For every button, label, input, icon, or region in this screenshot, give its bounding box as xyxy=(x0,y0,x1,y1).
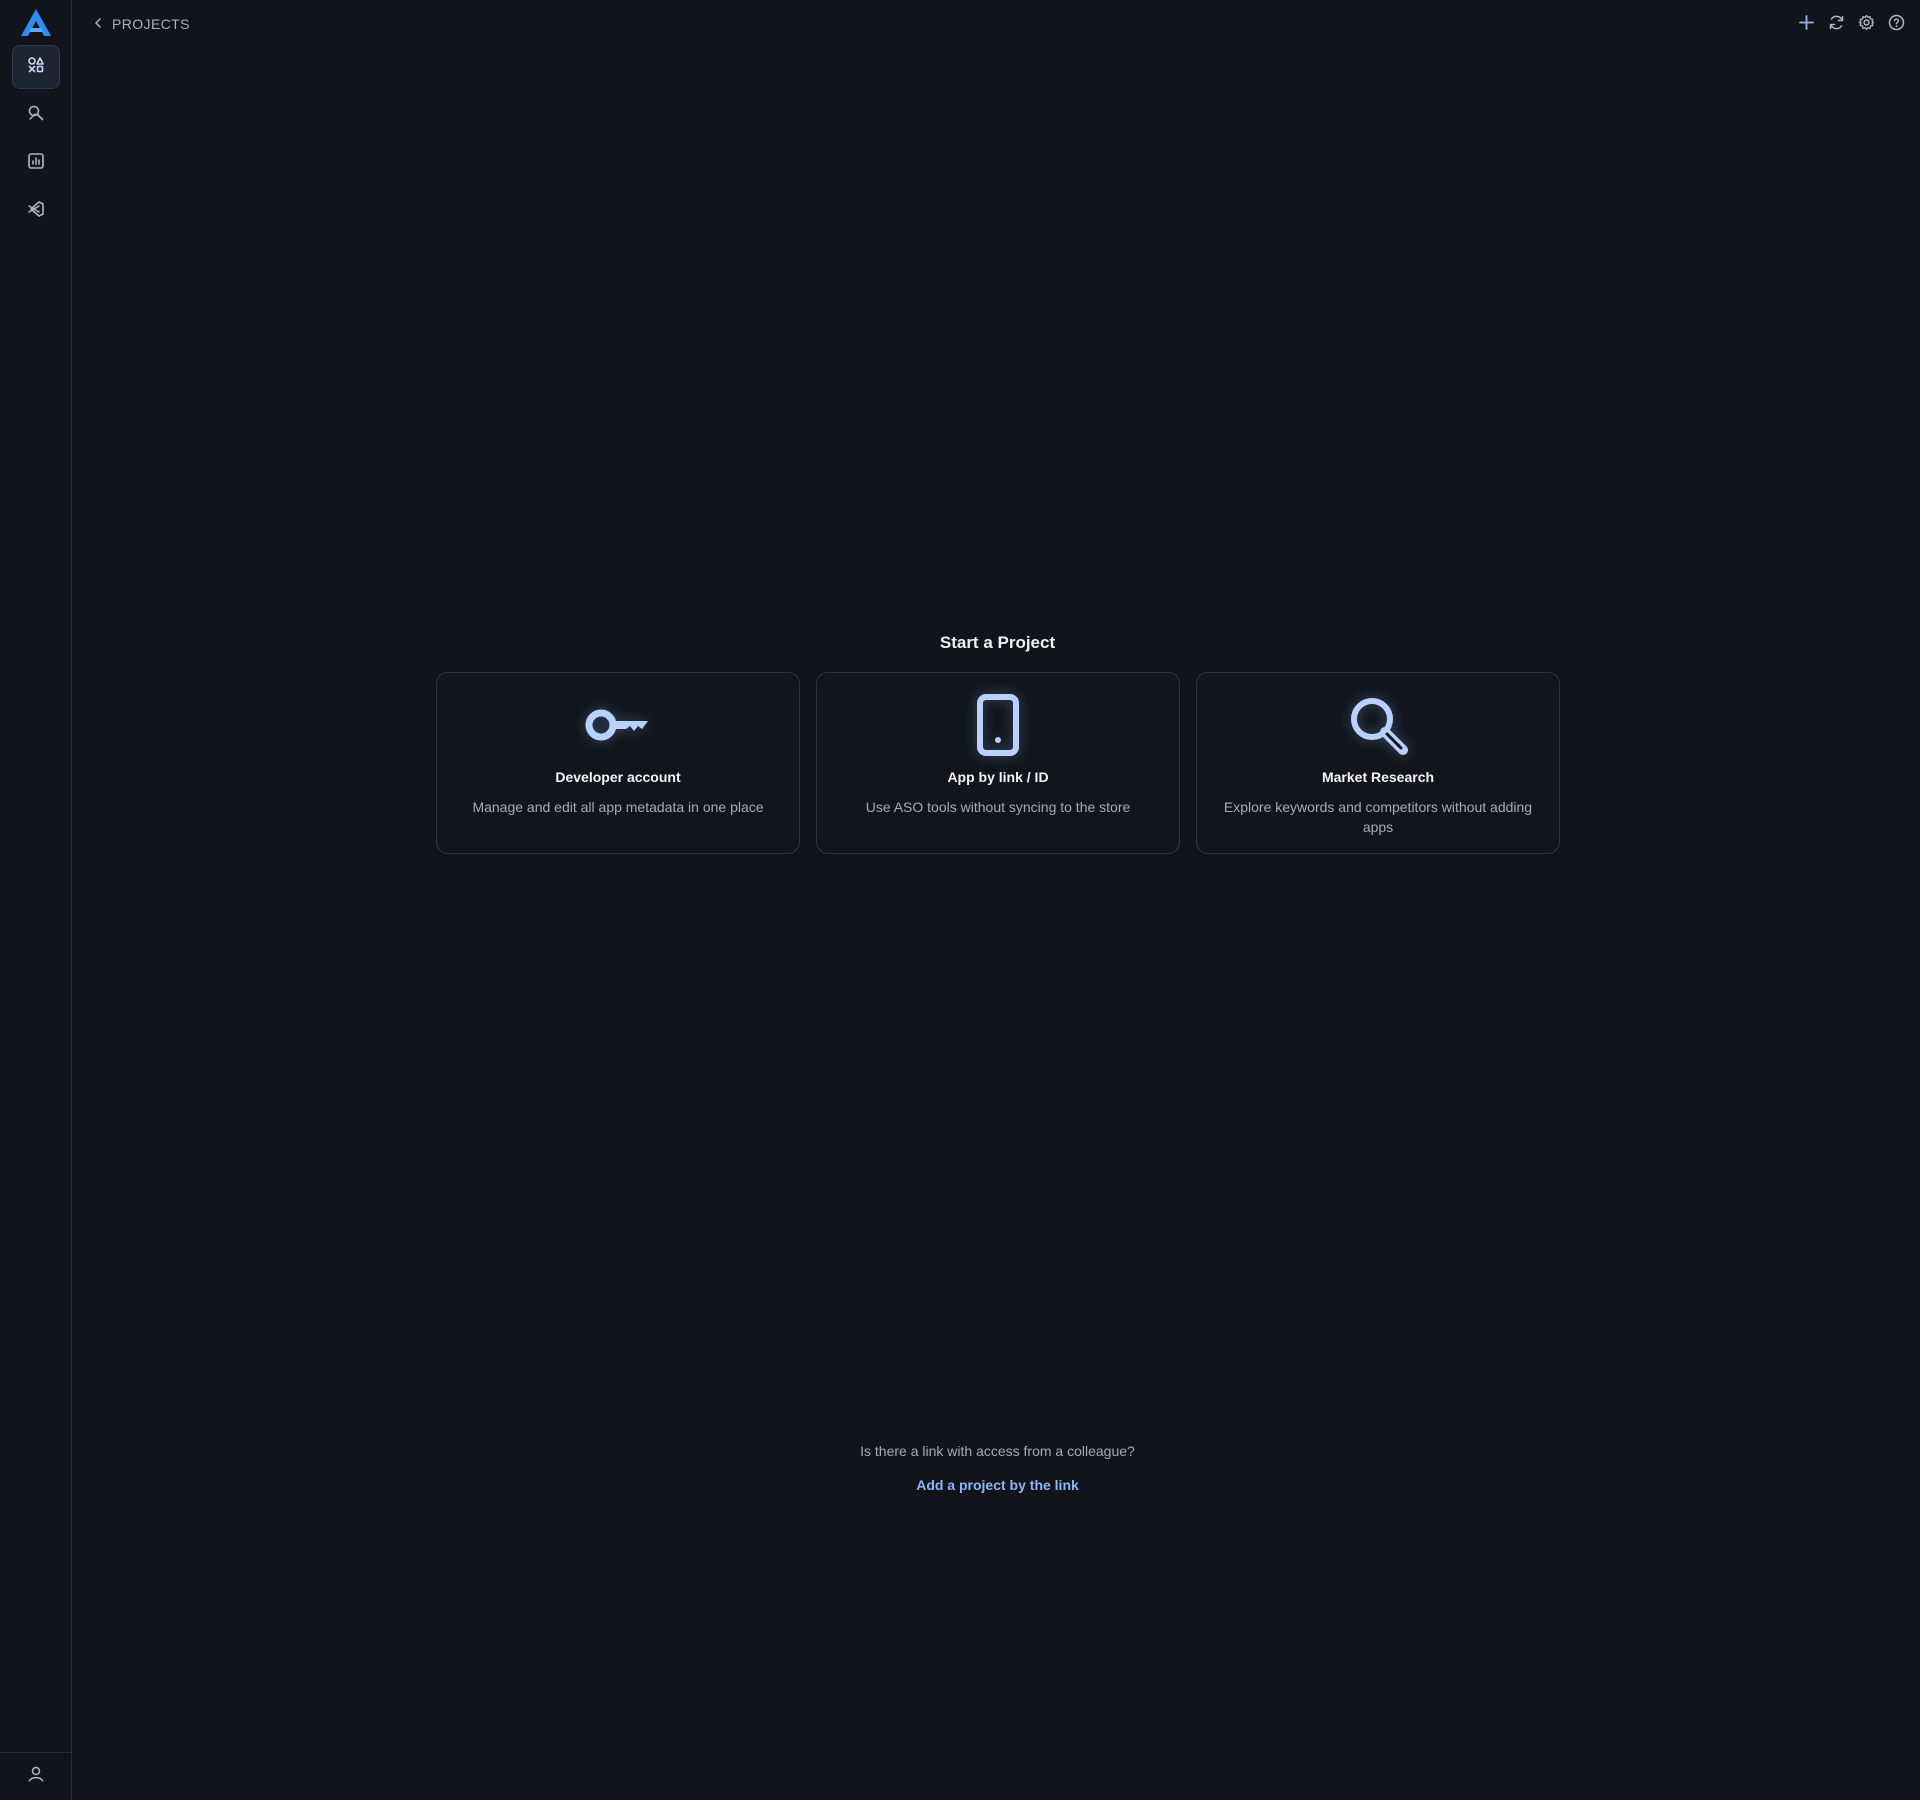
key-icon xyxy=(584,703,652,752)
plus-icon xyxy=(1798,14,1815,36)
code-icon xyxy=(27,200,45,223)
chart-icon xyxy=(27,152,45,175)
grid-projects-icon xyxy=(27,56,45,79)
sidebar xyxy=(0,0,72,1800)
add-project-by-link[interactable]: Add a project by the link xyxy=(72,1477,1920,1493)
app-logo-icon[interactable] xyxy=(20,8,52,38)
help-button[interactable] xyxy=(1886,14,1906,36)
card-description: Manage and edit all app metadata in one … xyxy=(472,799,764,815)
developer-account-card[interactable]: Developer account Manage and edit all ap… xyxy=(436,672,800,854)
help-icon xyxy=(1888,14,1905,36)
card-title: Developer account xyxy=(555,769,681,785)
sidebar-item-integrations[interactable] xyxy=(12,189,60,233)
settings-button[interactable] xyxy=(1856,14,1876,36)
page-title: Start a Project xyxy=(939,633,1056,652)
sidebar-item-keywords[interactable] xyxy=(12,93,60,137)
refresh-button[interactable] xyxy=(1826,14,1846,36)
breadcrumb-label: PROJECTS xyxy=(112,16,190,32)
search-tool-icon xyxy=(27,104,45,127)
top-bar: PROJECTS xyxy=(72,0,1920,52)
user-profile-button[interactable] xyxy=(0,1752,72,1800)
sidebar-item-projects[interactable] xyxy=(12,45,60,89)
card-title: App by link / ID xyxy=(947,769,1049,785)
market-research-card[interactable]: Market Research Explore keywords and com… xyxy=(1196,672,1560,854)
user-icon xyxy=(27,1765,45,1788)
shared-link-question: Is there a link with access from a colle… xyxy=(860,1443,1135,1459)
project-type-cards: Developer account Manage and edit all ap… xyxy=(436,672,1560,854)
card-description: Use ASO tools without syncing to the sto… xyxy=(865,799,1131,815)
card-title: Market Research xyxy=(1321,769,1435,785)
card-description: Explore keywords and competitors without… xyxy=(1223,799,1533,835)
sidebar-item-analytics[interactable] xyxy=(12,141,60,185)
top-actions xyxy=(1796,14,1906,36)
add-button[interactable] xyxy=(1796,14,1816,36)
chevron-left-icon xyxy=(92,16,104,32)
app-by-link-card[interactable]: App by link / ID Use ASO tools without s… xyxy=(816,672,1180,854)
gear-icon xyxy=(1858,14,1875,36)
magnifier-icon xyxy=(1346,693,1410,762)
refresh-icon xyxy=(1828,14,1845,36)
phone-icon xyxy=(976,693,1020,761)
breadcrumb[interactable]: PROJECTS xyxy=(92,16,190,32)
